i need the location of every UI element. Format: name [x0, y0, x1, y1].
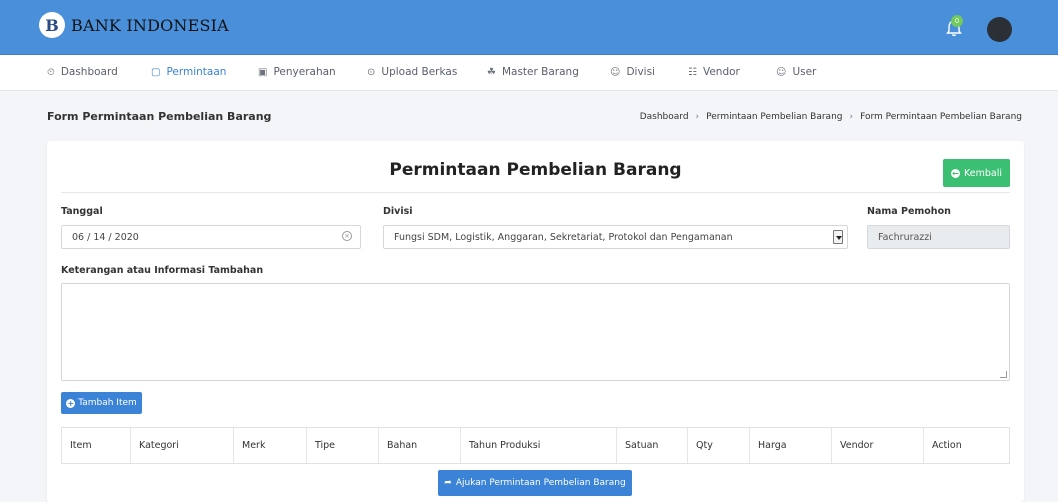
- submit-request-button[interactable]: ➦ Ajukan Permintaan Pembelian Barang: [438, 470, 632, 496]
- breadcrumb-current: Form Permintaan Pembelian Barang: [860, 112, 1022, 122]
- keterangan-textarea[interactable]: [61, 283, 1010, 381]
- column-header: Tipe: [307, 428, 379, 463]
- nav-label: Master Barang: [501, 66, 579, 78]
- back-button-label: Kembali: [964, 167, 1002, 179]
- users-icon: ☺: [610, 66, 621, 78]
- arrow-left-circle-icon: ←: [951, 168, 960, 178]
- main-nav: ⏲ Dashboard ▢ Permintaan ▣ Penyerahan ⊙ …: [0, 55, 1058, 91]
- breadcrumb-permintaan[interactable]: Permintaan Pembelian Barang: [706, 112, 842, 122]
- nav-label: Divisi: [626, 66, 655, 78]
- nav-label: Upload Berkas: [381, 66, 458, 78]
- nav-label: Penyerahan: [273, 66, 336, 78]
- page-title: Form Permintaan Pembelian Barang: [47, 110, 272, 123]
- column-header: Item: [62, 428, 131, 463]
- pemohon-value: Fachrurazzi: [878, 232, 932, 243]
- nav-item-vendor[interactable]: ☷ Vendor: [688, 66, 740, 78]
- nav-item-master-barang[interactable]: ☘ Master Barang: [487, 66, 579, 78]
- send-icon: ➦: [444, 478, 452, 488]
- nav-label: Vendor: [702, 66, 740, 78]
- nav-label: Permintaan: [166, 66, 227, 78]
- form-heading: Permintaan Pembelian Barang: [389, 160, 682, 180]
- column-header: Action: [932, 440, 962, 451]
- notification-badge: 0: [951, 15, 963, 27]
- submit-label: Ajukan Permintaan Pembelian Barang: [455, 478, 626, 488]
- tanggal-input[interactable]: 06 / 14 / 2020 ×: [61, 225, 361, 249]
- pemohon-field: Fachrurazzi: [867, 225, 1010, 249]
- column-header: Merk: [234, 428, 307, 463]
- breadcrumb-dashboard[interactable]: Dashboard: [640, 112, 689, 122]
- store-icon: ☷: [688, 66, 697, 78]
- top-header: B BANK INDONESIA 0: [0, 0, 1058, 55]
- items-table-header: Item Kategori Merk Tipe Bahan Tahun Prod…: [61, 427, 1010, 464]
- dropdown-arrow-icon[interactable]: [833, 230, 843, 244]
- avatar[interactable]: [987, 17, 1012, 42]
- chevron-right-icon: ›: [695, 112, 700, 122]
- divisi-select[interactable]: Fungsi SDM, Logistik, Anggaran, Sekretar…: [383, 225, 848, 249]
- column-header: Tahun Produksi: [461, 428, 617, 463]
- column-header: Bahan: [379, 428, 461, 463]
- pemohon-label: Nama Pemohon: [867, 206, 951, 217]
- plus-circle-icon: +: [66, 398, 76, 408]
- nav-label: User: [792, 66, 817, 78]
- nav-item-user[interactable]: ☺ User: [776, 66, 816, 78]
- nav-label: Dashboard: [60, 66, 118, 78]
- dashboard-icon: ⏲: [47, 66, 55, 78]
- clipboard-icon: ▢: [151, 66, 161, 78]
- brand[interactable]: B BANK INDONESIA: [39, 12, 229, 38]
- column-header: Qty: [688, 428, 750, 463]
- add-item-button[interactable]: + Tambah Item: [61, 392, 142, 414]
- divider: [61, 192, 1010, 193]
- add-item-label: Tambah Item: [78, 398, 137, 408]
- box-icon: ☘: [487, 66, 496, 78]
- form-card: Permintaan Pembelian Barang ← Kembali Ta…: [47, 141, 1024, 502]
- page-header: Form Permintaan Pembelian Barang Dashboa…: [0, 91, 1058, 141]
- nav-item-divisi[interactable]: ☺ Divisi: [610, 66, 655, 78]
- user-icon: ☺: [776, 66, 787, 78]
- tanggal-label: Tanggal: [61, 206, 103, 217]
- back-button[interactable]: ← Kembali: [943, 159, 1010, 187]
- chevron-right-icon: ›: [849, 112, 854, 122]
- tray-icon: ▣: [258, 66, 268, 78]
- column-header: Vendor: [832, 428, 924, 463]
- resize-handle-icon[interactable]: [1000, 371, 1007, 378]
- keterangan-label: Keterangan atau Informasi Tambahan: [61, 265, 264, 276]
- tanggal-value: 06 / 14 / 2020: [72, 232, 139, 243]
- column-header: Satuan: [617, 428, 688, 463]
- nav-item-penyerahan[interactable]: ▣ Penyerahan: [258, 66, 336, 78]
- clear-icon[interactable]: ×: [342, 231, 352, 241]
- nav-item-dashboard[interactable]: ⏲ Dashboard: [47, 66, 118, 78]
- divisi-label: Divisi: [383, 206, 413, 217]
- bank-logo-icon: B: [39, 12, 65, 38]
- nav-item-permintaan[interactable]: ▢ Permintaan: [151, 66, 226, 78]
- breadcrumb: Dashboard › Permintaan Pembelian Barang …: [640, 112, 1022, 122]
- nav-item-upload-berkas[interactable]: ⊙ Upload Berkas: [367, 66, 457, 78]
- column-header: Harga: [750, 428, 832, 463]
- divisi-value: Fungsi SDM, Logistik, Anggaran, Sekretar…: [394, 232, 733, 243]
- upload-icon: ⊙: [367, 66, 376, 78]
- column-header: Kategori: [131, 428, 234, 463]
- brand-name: BANK INDONESIA: [71, 15, 229, 35]
